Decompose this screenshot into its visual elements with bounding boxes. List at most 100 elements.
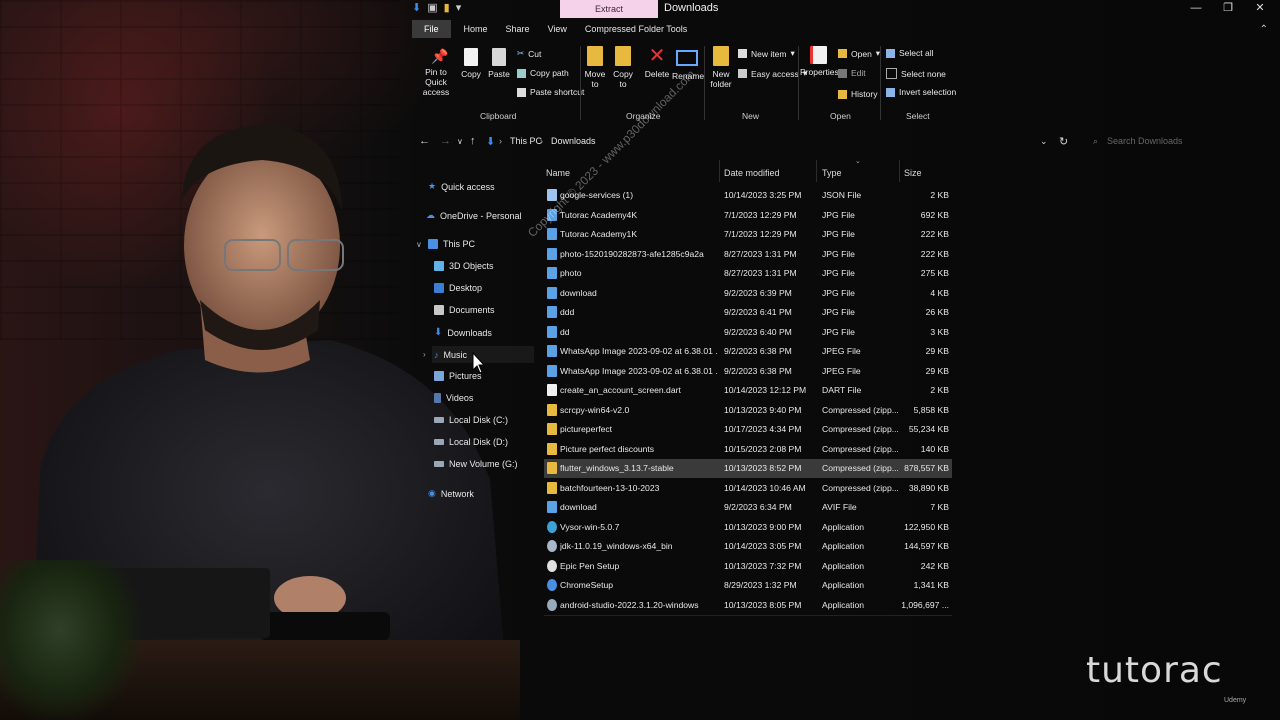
new-folder-button[interactable]: New folder [708,46,734,89]
file-name: dd [560,326,570,337]
edit-button[interactable]: Edit [838,68,866,78]
nav-documents[interactable]: Documents [434,305,495,315]
file-row[interactable]: Epic Pen Setup 10/13/2023 7:32 PM Applicat… [544,557,952,576]
file-row[interactable]: scrcpy-win64-v2.0 10/13/2023 9:40 PM Compr… [544,401,952,420]
edit-icon [838,68,847,78]
column-size[interactable]: Size [904,168,922,178]
history-button[interactable]: History [838,89,877,99]
nav-local-disk-d[interactable]: Local Disk (D:) [434,437,508,447]
nav-this-pc[interactable]: This PC [428,239,475,249]
search-box[interactable]: ⌕ Search Downloads [1085,132,1275,150]
refresh-icon[interactable]: ↻ [1059,135,1068,148]
customize-dropdown-icon[interactable]: ▾ [456,1,462,14]
zip-folder-icon [547,442,557,455]
file-row-partial[interactable] [544,615,952,622]
tab-share[interactable]: Share [497,20,539,38]
zip-folder-icon [547,462,557,474]
forward-arrow-icon[interactable]: → [440,135,451,147]
properties-button[interactable]: Properties [800,46,839,77]
column-divider[interactable] [899,160,900,182]
file-row[interactable]: ddd 9/2/2023 6:41 PM JPG File 26 KB [544,303,952,322]
column-name[interactable]: Name [546,168,570,178]
file-row[interactable]: download 9/2/2023 6:34 PM AVIF File 7 KB [544,498,952,517]
select-none-button[interactable]: Select none [886,68,946,79]
expand-ribbon-icon[interactable]: ⌃ [1260,24,1268,35]
maximize-button[interactable]: ❐ [1212,0,1244,16]
up-arrow-icon[interactable]: ↑ [470,135,476,147]
breadcrumb-this-pc[interactable]: This PC [510,136,542,146]
column-divider[interactable] [816,160,817,182]
file-type: Compressed (zipp... [822,424,898,434]
breadcrumb-separator: › [540,136,543,146]
delete-button[interactable]: ✕ Delete [644,46,670,79]
file-row[interactable]: download 9/2/2023 6:39 PM JPG File 4 KB [544,284,952,303]
file-size: 242 KB [920,560,949,571]
easy-access-button[interactable]: Easy access ▾ [738,68,807,79]
copy-button[interactable]: Copy [460,48,482,79]
nav-onedrive[interactable]: ☁ OneDrive - Personal [426,210,522,221]
minimize-button[interactable]: — [1180,0,1212,16]
open-button[interactable]: Open ▾ [838,48,880,59]
file-row[interactable]: WhatsApp Image 2023-09-02 at 6.38.01 ...… [544,362,952,381]
new-item-button[interactable]: New item ▾ [738,48,795,59]
extract-context-tab[interactable]: Extract [560,0,658,18]
breadcrumb-downloads[interactable]: Downloads [551,136,596,146]
nav-network[interactable]: ◉ Network [428,488,474,499]
file-size: 7 KB [930,502,949,512]
close-button[interactable]: ✕ [1244,0,1276,16]
copy-to-button[interactable]: Copy to [612,46,634,89]
file-row[interactable]: dd 9/2/2023 6:40 PM JPG File 3 KB [544,323,952,342]
tab-view[interactable]: View [539,20,576,38]
new-folder-label: New folder [710,69,732,89]
copy-path-button[interactable]: Copy path [517,68,569,78]
column-divider[interactable] [719,160,720,182]
column-type[interactable]: Type [822,168,842,178]
cut-button[interactable]: ✂ Cut [517,48,541,59]
nav-local-disk-c[interactable]: Local Disk (C:) [434,415,508,425]
delete-label: Delete [644,69,670,79]
file-row[interactable]: create_an_account_screen.dart 10/14/2023 … [544,381,952,400]
select-all-button[interactable]: Select all [886,48,934,58]
file-row[interactable]: photo-1520190282873-afe1285c9a2a 8/27/202… [544,245,952,264]
download-arrow-icon[interactable]: ⬇ [412,1,421,14]
expand-chevron-icon[interactable]: › [423,350,426,359]
file-row[interactable]: jdk-11.0.19_windows-x64_bin 10/14/2023 3:… [544,537,952,556]
file-row[interactable]: Vysor-win-5.0.7 10/13/2023 9:00 PM Applica… [544,518,952,537]
paste-shortcut-button[interactable]: Paste shortcut [517,87,584,97]
tab-compressed-folder-tools[interactable]: Compressed Folder Tools [576,20,696,38]
paste-button[interactable]: Paste [488,48,510,79]
tab-home[interactable]: Home [455,20,497,38]
file-row[interactable]: android-studio-2022.3.1.20-windows 10/13/… [544,596,952,615]
nav-desktop[interactable]: Desktop [434,283,482,293]
file-row[interactable]: google-services (1) 10/14/2023 3:25 PM JSO… [544,186,952,205]
file-row[interactable]: Picture perfect discounts 10/15/2023 2:08… [544,440,952,459]
file-row[interactable]: WhatsApp Image 2023-09-02 at 6.38.01 ...… [544,342,952,361]
file-row[interactable]: pictureperfect 10/17/2023 4:34 PM Compress… [544,420,952,439]
invert-selection-icon [886,87,895,97]
file-row[interactable]: flutter_windows_3.13.7-stable 10/13/2023 … [544,459,952,478]
invert-selection-button[interactable]: Invert selection [886,87,956,97]
file-row[interactable]: ChromeSetup 8/29/2023 1:32 PM Application 1… [544,576,952,595]
file-row[interactable]: Tutorac Academy4K 7/1/2023 12:29 PM JPG Fi… [544,206,952,225]
pin-quick-access-button[interactable]: 📌 Pin to Quick access [414,48,458,97]
tab-file[interactable]: File [412,20,451,38]
file-row[interactable]: batchfourteen-13-10-2023 10/14/2023 10:46… [544,479,952,498]
nav-downloads[interactable]: ⬇ Downloads [434,327,492,338]
recent-locations-icon[interactable]: ∨ [457,137,463,146]
app-icon [547,598,557,611]
file-row[interactable]: photo 8/27/2023 1:31 PM JPG File 275 KB [544,264,952,283]
nav-3d-objects[interactable]: 3D Objects [434,261,494,271]
nav-videos[interactable]: Videos [434,393,473,403]
expand-chevron-icon[interactable]: ∨ [416,240,422,249]
new-folder-icon[interactable]: ▮ [444,1,450,14]
nav-new-volume-g[interactable]: New Volume (G:) [434,459,518,469]
file-row[interactable]: Tutorac Academy1K 7/1/2023 12:29 PM JPG Fi… [544,225,952,244]
address-dropdown-icon[interactable]: ⌄ [1040,136,1048,147]
properties-icon[interactable]: ▣ [427,1,437,14]
move-to-button[interactable]: Move to [584,46,606,89]
nav-this-pc-label: This PC [443,239,476,249]
file-name: flutter_windows_3.13.7-stable [560,463,674,473]
back-arrow-icon[interactable]: ← [419,135,430,147]
column-date-modified[interactable]: Date modified [724,168,780,178]
nav-quick-access[interactable]: ★ Quick access [428,181,495,192]
